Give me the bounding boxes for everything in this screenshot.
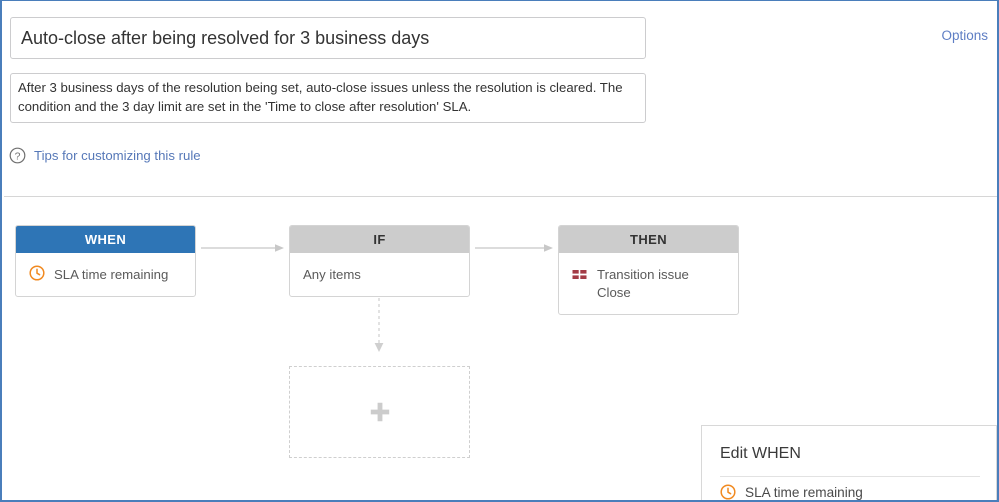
flow-card-then-header: THEN	[559, 226, 738, 253]
flow-card-if-header: IF	[290, 226, 469, 253]
flow-card-then[interactable]: THEN Transition issue Close	[558, 225, 739, 315]
edit-panel-subject: SLA time remaining	[720, 484, 863, 500]
flow-card-then-item: Transition issue Close	[597, 265, 689, 302]
connector-arrow-if-down	[373, 298, 385, 353]
flow-card-then-item-line2: Close	[597, 285, 631, 300]
connector-arrow-when-if	[201, 240, 284, 252]
rule-editor-page: Options ? Tips for customizing this rule…	[0, 0, 999, 502]
clock-icon	[720, 484, 736, 500]
add-component-placeholder[interactable]	[289, 366, 470, 458]
rule-name-input[interactable]	[10, 17, 646, 59]
transition-grid-icon	[572, 267, 588, 283]
svg-text:?: ?	[15, 150, 21, 162]
connector-arrow-if-then	[475, 240, 553, 252]
rule-flow-canvas: WHEN SLA time remaining IF Any items THE…	[2, 197, 997, 500]
flow-card-when-body: SLA time remaining	[16, 253, 195, 296]
edit-panel-subject-label: SLA time remaining	[745, 484, 863, 500]
edit-panel-divider	[720, 476, 980, 477]
edit-when-panel: Edit WHEN SLA time remaining SLA Time to…	[701, 425, 997, 500]
flow-card-if-item: Any items	[303, 267, 361, 282]
flow-card-when-item: SLA time remaining	[54, 267, 169, 282]
clock-icon	[29, 265, 45, 281]
flow-card-when[interactable]: WHEN SLA time remaining	[15, 225, 196, 297]
question-circle-icon: ?	[9, 147, 26, 164]
flow-card-then-body: Transition issue Close	[559, 253, 738, 314]
edit-panel-title: Edit WHEN	[720, 445, 801, 462]
plus-icon	[369, 401, 391, 423]
tips-row: ? Tips for customizing this rule	[9, 147, 201, 164]
flow-card-when-header: WHEN	[16, 226, 195, 253]
flow-card-then-item-line1: Transition issue	[597, 267, 689, 282]
flow-card-if[interactable]: IF Any items	[289, 225, 470, 297]
tips-link[interactable]: Tips for customizing this rule	[34, 148, 201, 163]
flow-card-if-body: Any items	[290, 253, 469, 296]
rule-description-textarea[interactable]	[10, 73, 646, 123]
rule-details-section: Options ? Tips for customizing this rule	[2, 1, 997, 196]
options-link[interactable]: Options	[941, 28, 988, 43]
